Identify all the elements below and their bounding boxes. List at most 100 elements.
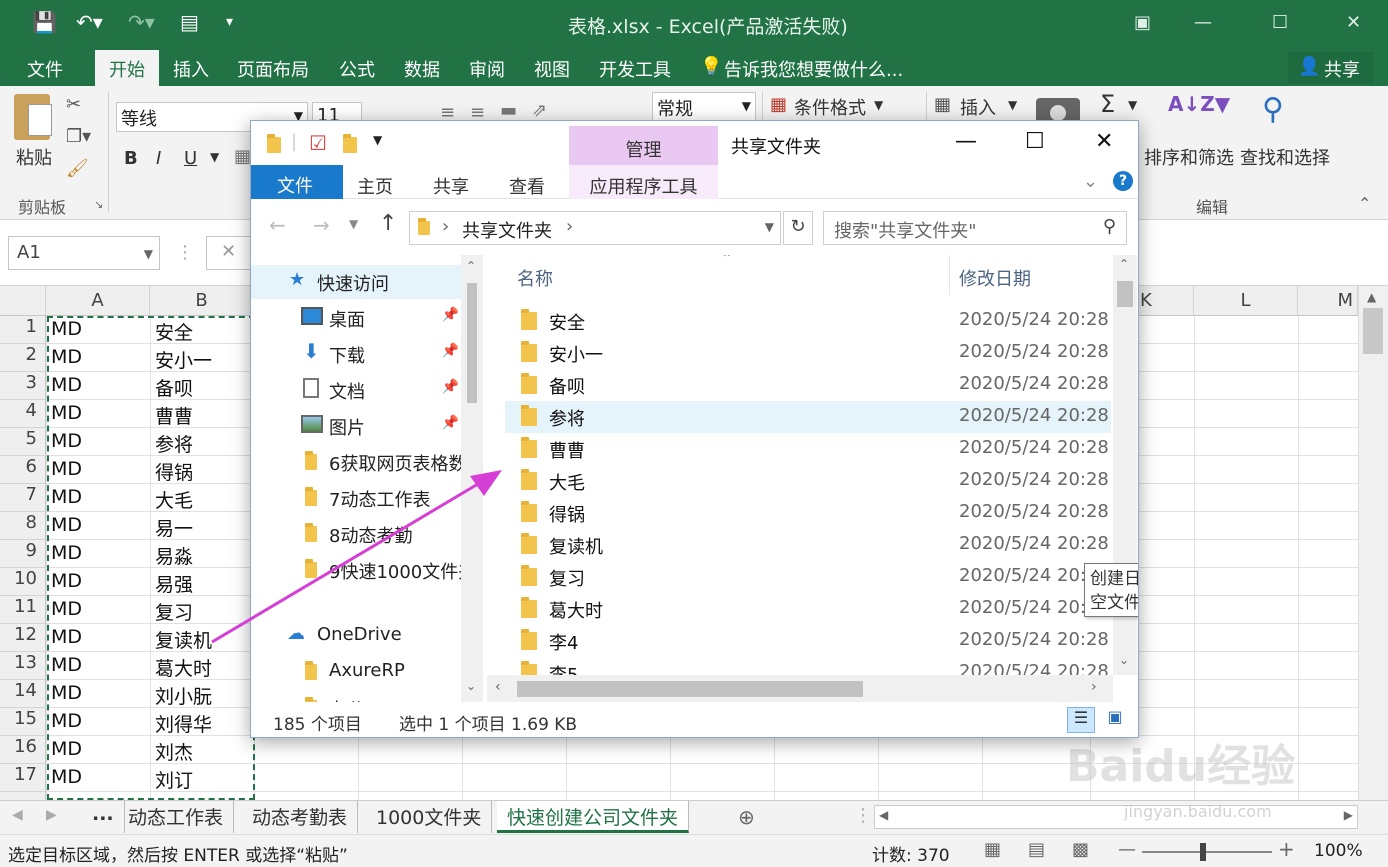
zoom-level[interactable]: 100% [1314, 841, 1363, 861]
close-icon[interactable]: ✕ [1095, 129, 1113, 154]
horizontal-scrollbar[interactable]: ◀ ▶ [874, 805, 1358, 829]
zoom-slider[interactable] [1142, 843, 1272, 861]
tab-share[interactable]: 共享 [433, 173, 469, 199]
file-row[interactable]: 复读机 2020/5/24 20:28 [505, 529, 1111, 561]
scroll-up-icon[interactable]: ⌃ [466, 259, 476, 273]
pin-icon[interactable]: 📌 [442, 415, 459, 431]
row-header[interactable]: 13 [0, 652, 46, 680]
tab-manage[interactable]: 管理 [569, 126, 718, 166]
file-row[interactable]: 大毛 2020/5/24 20:28 [505, 465, 1111, 497]
scroll-thumb[interactable] [1117, 281, 1133, 307]
scroll-up-icon[interactable]: ⌃ [1119, 257, 1129, 271]
sheet-tab-create-company-folders[interactable]: 快速创建公司文件夹 [497, 801, 690, 833]
undo-icon[interactable]: ↶▾ [76, 10, 103, 34]
tab-page-layout[interactable]: 页面布局 [237, 56, 309, 82]
row-header[interactable] [0, 792, 46, 800]
pin-icon[interactable]: 📌 [442, 343, 459, 359]
sort-filter-button[interactable]: 排序和筛选 [1144, 144, 1234, 170]
scroll-left-icon[interactable]: ◀ [879, 808, 888, 822]
minimize-icon[interactable]: — [1194, 12, 1212, 33]
tab-file[interactable]: 文件 [251, 165, 343, 199]
file-row[interactable]: 得锅 2020/5/24 20:28 [505, 497, 1111, 529]
collapse-ribbon-icon[interactable]: ⌃ [1358, 194, 1371, 213]
nav-office[interactable]: 办公 [251, 691, 461, 702]
find-select-button[interactable]: 查找和选择 [1240, 144, 1330, 170]
scroll-down-icon[interactable]: ⌄ [466, 679, 476, 693]
underline-button[interactable]: U [184, 148, 197, 169]
add-sheet-icon[interactable]: ⊕ [738, 805, 755, 829]
row-header[interactable]: 16 [0, 736, 46, 764]
tab-data[interactable]: 数据 [404, 56, 440, 82]
row-header[interactable]: 4 [0, 400, 46, 428]
tab-file[interactable]: 文件 [27, 56, 63, 82]
back-icon[interactable]: ← [269, 213, 286, 237]
ribbon-display-icon[interactable]: ▣ [1134, 12, 1151, 33]
number-format-select[interactable]: 常规 ▼ [652, 92, 756, 122]
nav-item[interactable]: ⬇ 下载 📌 [251, 337, 461, 371]
row-header[interactable]: 12 [0, 624, 46, 652]
borders-icon[interactable]: ▦ [234, 146, 251, 167]
tab-application-tools[interactable]: 应用程序工具 [569, 165, 718, 199]
recent-locations-icon[interactable]: ▼ [349, 217, 358, 231]
align-bottom-icon[interactable]: ▬ [500, 100, 517, 121]
row-header[interactable]: 17 [0, 764, 46, 792]
nav-item[interactable]: 图片 📌 [251, 409, 461, 443]
pin-icon[interactable]: 📌 [442, 307, 459, 323]
sheet-tab-dynamic-worksheet[interactable]: 动态工作表 [118, 801, 235, 833]
hscroll-thumb[interactable] [517, 681, 863, 697]
new-folder-icon[interactable] [343, 134, 357, 153]
maximize-icon[interactable]: ☐ [1025, 129, 1045, 154]
sheet-tab-dynamic-attendance[interactable]: 动态考勤表 [242, 801, 359, 833]
normal-view-icon[interactable]: ▦ [984, 839, 1001, 860]
zoom-in-icon[interactable]: + [1278, 837, 1295, 861]
next-sheet-icon[interactable]: ▶ [46, 807, 57, 823]
insert-cells-button[interactable]: 插入 [960, 94, 996, 120]
scroll-thumb[interactable] [467, 283, 477, 403]
file-row[interactable]: 曹曹 2020/5/24 20:28 [505, 433, 1111, 465]
zoom-slider-thumb[interactable] [1200, 843, 1206, 861]
autosum-icon[interactable]: Σ [1100, 90, 1115, 118]
forward-icon[interactable]: → [313, 213, 330, 237]
tell-me-box[interactable]: 告诉我您想要做什么... [724, 56, 903, 82]
column-header-modified[interactable]: 修改日期 [959, 265, 1031, 291]
column-header-l[interactable]: L [1194, 286, 1298, 316]
scroll-up-icon[interactable]: ▲ [1367, 290, 1376, 304]
prev-sheet-icon[interactable]: ◀ [12, 807, 23, 823]
form-icon[interactable]: ▤ [180, 10, 199, 34]
page-break-view-icon[interactable]: ▩ [1072, 839, 1089, 860]
save-icon[interactable]: 💾 [32, 10, 57, 34]
refresh-icon[interactable]: ↻ [783, 211, 813, 245]
tab-developer[interactable]: 开发工具 [599, 56, 671, 82]
cut-icon[interactable]: ✂ [66, 94, 81, 115]
address-bar[interactable]: › 共享文件夹 › ▼ [409, 211, 781, 245]
column-header-m[interactable]: M [1298, 286, 1358, 316]
share-button[interactable]: 👤 共享 [1288, 52, 1374, 84]
breadcrumb[interactable]: 共享文件夹 [462, 221, 552, 242]
italic-button[interactable]: I [156, 148, 161, 169]
help-icon[interactable]: ? [1113, 171, 1133, 191]
row-header[interactable]: 10 [0, 568, 46, 596]
chevron-down-icon[interactable]: ▼ [765, 220, 774, 234]
scroll-down-icon[interactable]: ⌄ [1119, 653, 1129, 667]
tab-home[interactable]: 开始 [95, 50, 159, 86]
sheet-tab-1000-folders[interactable]: 1000文件夹 [366, 801, 493, 833]
large-icons-view-icon[interactable]: ▣ [1101, 707, 1129, 733]
row-header[interactable]: 7 [0, 484, 46, 512]
scroll-right-icon[interactable]: › [1091, 679, 1097, 695]
nav-item[interactable]: 文档 📌 [251, 373, 461, 407]
pin-icon[interactable]: 📌 [442, 379, 459, 395]
row-header[interactable]: 5 [0, 428, 46, 456]
expand-ribbon-icon[interactable]: ⌄ [1083, 171, 1098, 192]
column-header-a[interactable]: A [46, 286, 150, 316]
tab-view[interactable]: 视图 [534, 56, 570, 82]
file-row[interactable]: 安全 2020/5/24 20:28 [505, 305, 1111, 337]
conditional-format-icon[interactable]: ▦ [770, 94, 787, 115]
scroll-left-icon[interactable]: ‹ [495, 679, 501, 695]
customize-qat-icon[interactable]: ▼ [373, 133, 382, 147]
file-list[interactable]: ⌃ 名称 修改日期 安全 2020/5/24 20:28 安小一 2020/5/24 … [487, 255, 1138, 702]
clipboard-launcher-icon[interactable]: ↘ [94, 198, 103, 211]
select-all-corner[interactable] [0, 286, 46, 316]
format-painter-icon[interactable]: 🖌 [66, 158, 89, 179]
bold-button[interactable]: B [124, 148, 138, 169]
tab-insert[interactable]: 插入 [173, 56, 209, 82]
